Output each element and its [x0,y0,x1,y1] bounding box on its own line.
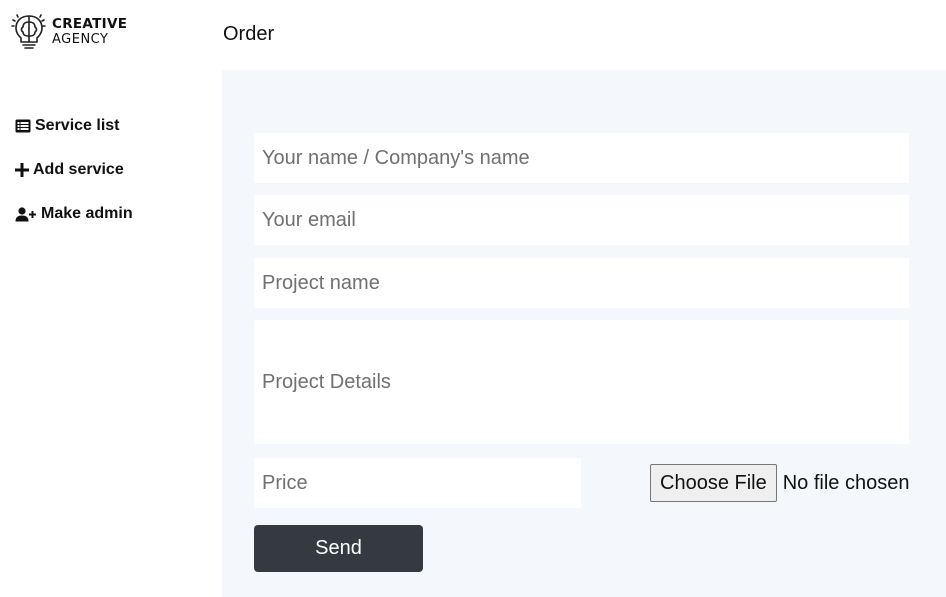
project-details-textarea[interactable] [254,320,909,444]
sidebar-item-make-admin[interactable]: Make admin [15,202,215,226]
sidebar-item-service-list[interactable]: Service list [15,114,215,138]
send-button[interactable]: Send [254,525,423,572]
brand-text: CREATIVE AGENCY [52,16,128,48]
sidebar-item-label: Add service [33,161,124,178]
email-input[interactable] [254,195,909,245]
app-root: CREATIVE AGENCY Service list Add service… [0,0,946,597]
sidebar-item-label: Make admin [41,205,133,222]
project-name-input[interactable] [254,258,909,308]
order-form-panel: Choose File No file chosen Send [222,70,946,597]
choose-file-button[interactable]: Choose File [650,464,777,502]
list-icon [15,118,31,134]
plus-icon [15,162,29,178]
page-title: Order [223,23,275,45]
user-plus-icon [15,206,37,222]
name-input[interactable] [254,133,909,183]
file-upload: Choose File No file chosen [650,464,909,502]
brain-bulb-icon [11,14,46,49]
brand-name-line2: AGENCY [52,32,109,47]
file-status-text: No file chosen [782,471,910,494]
brand-name-line1: CREATIVE [52,16,128,32]
sidebar: Service list Add service Make admin [15,114,215,246]
price-input[interactable] [254,458,581,508]
sidebar-item-add-service[interactable]: Add service [15,158,215,182]
brand-logo[interactable]: CREATIVE AGENCY [11,12,127,52]
sidebar-item-label: Service list [35,117,120,134]
